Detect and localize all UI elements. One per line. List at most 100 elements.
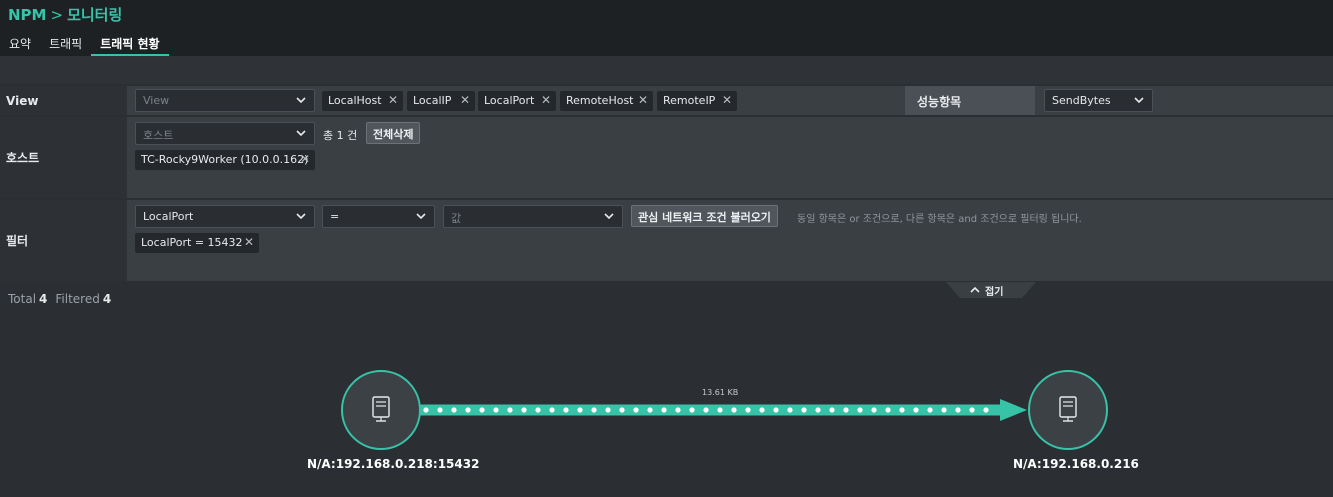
edge-flow-dot bbox=[829, 407, 835, 413]
remove-chip-icon[interactable]: ✕ bbox=[541, 93, 551, 107]
edge-flow-dot bbox=[857, 407, 863, 413]
host-row-label: 호스트 bbox=[0, 117, 127, 198]
breadcrumb: NPM > 모니터링 bbox=[8, 4, 122, 25]
filter-chip: LocalPort = 15432 ✕ bbox=[135, 233, 259, 253]
edge-flow-dot bbox=[619, 407, 625, 413]
view-select-value: View bbox=[143, 94, 170, 107]
edge-flow-dot bbox=[745, 407, 751, 413]
view-select[interactable]: View bbox=[135, 89, 315, 112]
host-select[interactable]: 호스트 bbox=[135, 122, 315, 145]
tab-traffic-status[interactable]: 트래픽 현황 bbox=[91, 32, 169, 56]
chip-label: TC-Rocky9Worker (10.0.0.162) bbox=[141, 153, 309, 166]
filter-operator-value: = bbox=[330, 210, 340, 223]
remove-chip-icon[interactable]: ✕ bbox=[460, 93, 470, 107]
edge-flow-dot bbox=[437, 407, 443, 413]
host-total-unit: 건 bbox=[347, 129, 358, 142]
chevron-down-icon bbox=[296, 130, 306, 137]
view-chip-localhost: LocalHost ✕ bbox=[322, 91, 403, 111]
edge-flow-dot bbox=[843, 407, 849, 413]
edge-flow-dot bbox=[955, 407, 961, 413]
perf-item-area: SendBytes bbox=[1035, 86, 1333, 115]
host-row: 호스트 호스트 총 1 건 전체삭제 TC-Rocky9Worker (10.0… bbox=[0, 116, 1333, 198]
view-chip-localport: LocalPort ✕ bbox=[478, 91, 556, 111]
edge-flow-dot bbox=[479, 407, 485, 413]
tab-summary[interactable]: 요약 bbox=[0, 32, 40, 56]
edge-flow-dot bbox=[521, 407, 527, 413]
filter-value-select[interactable]: 값 bbox=[443, 205, 623, 228]
host-total-number: 1 bbox=[336, 129, 344, 142]
edge-flow-dot bbox=[423, 407, 429, 413]
edge-flow-dot bbox=[507, 407, 513, 413]
load-network-condition-button[interactable]: 관심 네트워크 조건 불러오기 bbox=[631, 205, 778, 227]
chip-label: LocalIP bbox=[413, 94, 452, 107]
edge-flow-dot bbox=[787, 407, 793, 413]
target-node-label: N/A:192.168.0.216 bbox=[1013, 457, 1139, 471]
filter-row-label: 필터 bbox=[0, 200, 127, 281]
breadcrumb-app[interactable]: NPM bbox=[8, 6, 46, 24]
edge-flow-dot bbox=[591, 407, 597, 413]
edge-flow-dot bbox=[801, 407, 807, 413]
remove-chip-icon[interactable]: ✕ bbox=[244, 235, 254, 249]
breadcrumb-separator: > bbox=[50, 6, 64, 24]
remove-chip-icon[interactable]: ✕ bbox=[388, 93, 398, 107]
perf-item-select[interactable]: SendBytes bbox=[1044, 89, 1153, 112]
chevron-down-icon bbox=[296, 213, 306, 220]
host-total-prefix: 총 bbox=[323, 129, 334, 142]
edge-flow-dot bbox=[815, 407, 821, 413]
remove-chip-icon[interactable]: ✕ bbox=[638, 93, 648, 107]
edge-flow-dot bbox=[969, 407, 975, 413]
spacer-band bbox=[0, 56, 1333, 84]
edge-flow-dot bbox=[689, 407, 695, 413]
edge-flow-dot bbox=[871, 407, 877, 413]
filter-hint: 동일 항목은 or 조건으로, 다른 항목은 and 조건으로 필터링 됩니다. bbox=[797, 214, 1082, 225]
edge-flow-dot bbox=[927, 407, 933, 413]
edge-flow-dot bbox=[451, 407, 457, 413]
view-chip-localip: LocalIP ✕ bbox=[407, 91, 475, 111]
host-chip: TC-Rocky9Worker (10.0.0.162) ✕ bbox=[135, 150, 315, 170]
edge-bytes-label: 13.61 KB bbox=[702, 388, 739, 397]
remove-chip-icon[interactable]: ✕ bbox=[300, 152, 310, 166]
view-chip-remoteip: RemoteIP ✕ bbox=[657, 91, 737, 111]
clear-all-button[interactable]: 전체삭제 bbox=[366, 122, 421, 144]
source-node-circle bbox=[341, 370, 421, 450]
traffic-graph: 13.61 KB N/A:192.168.0.218:15432 N/A:192… bbox=[0, 300, 1333, 497]
edge-flow-dots bbox=[423, 407, 989, 413]
filter-field-select[interactable]: LocalPort bbox=[135, 205, 315, 228]
chevron-down-icon bbox=[296, 97, 306, 104]
view-chip-remotehost: RemoteHost ✕ bbox=[560, 91, 653, 111]
top-bar: NPM > 모니터링 요약 트래픽 트래픽 현황 bbox=[0, 0, 1333, 56]
chip-label: RemoteHost bbox=[566, 94, 634, 107]
chevron-down-icon bbox=[1134, 97, 1144, 104]
tab-bar: 요약 트래픽 트래픽 현황 bbox=[0, 32, 169, 56]
edge-flow-dot bbox=[535, 407, 541, 413]
chip-label: LocalHost bbox=[328, 94, 382, 107]
host-total-count: 총 1 건 bbox=[323, 127, 357, 143]
breadcrumb-page: 모니터링 bbox=[67, 6, 123, 24]
edge-flow-dot bbox=[703, 407, 709, 413]
edge-flow-dot bbox=[563, 407, 569, 413]
collapse-button[interactable]: 접기 bbox=[946, 282, 1036, 298]
perf-item-value: SendBytes bbox=[1052, 94, 1111, 107]
chevron-down-icon bbox=[416, 213, 426, 220]
filter-row: 필터 LocalPort = 값 관심 네트워크 조건 불러오기 동일 항목은 … bbox=[0, 199, 1333, 281]
chip-label: LocalPort = 15432 bbox=[141, 236, 243, 249]
remove-chip-icon[interactable]: ✕ bbox=[722, 93, 732, 107]
target-node-circle bbox=[1028, 370, 1108, 450]
edge-flow-dot bbox=[899, 407, 905, 413]
edge-flow-dot bbox=[731, 407, 737, 413]
filter-value-placeholder: 값 bbox=[451, 212, 462, 225]
target-node[interactable] bbox=[1028, 370, 1108, 450]
edge-flow-dot bbox=[983, 407, 989, 413]
edge-flow-dot bbox=[577, 407, 583, 413]
source-node[interactable] bbox=[341, 370, 421, 450]
edge-flow-dot bbox=[885, 407, 891, 413]
edge-flow-dot bbox=[759, 407, 765, 413]
edge-flow-dot bbox=[493, 407, 499, 413]
tab-traffic[interactable]: 트래픽 bbox=[40, 32, 91, 56]
filter-operator-select[interactable]: = bbox=[322, 205, 435, 228]
traffic-edge[interactable] bbox=[420, 399, 1027, 421]
edge-flow-dot bbox=[633, 407, 639, 413]
chip-label: LocalPort bbox=[484, 94, 535, 107]
edge-flow-dot bbox=[717, 407, 723, 413]
edge-flow-dot bbox=[549, 407, 555, 413]
